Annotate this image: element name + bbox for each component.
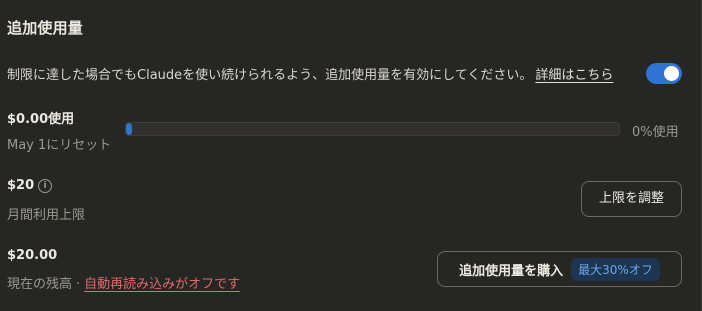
balance-status: 現在の残高 · 自動再読み込みがオフです [7, 273, 240, 292]
usage-progress-bar [125, 122, 620, 136]
buy-extra-usage-button[interactable]: 追加使用量を購入 最大30%オフ [437, 251, 682, 287]
monthly-limit-amount: $20 [7, 178, 35, 193]
learn-more-link[interactable]: 詳細はこちら [535, 68, 613, 83]
buy-button-label: 追加使用量を購入 [459, 263, 564, 279]
adjust-limit-button[interactable]: 上限を調整 [581, 181, 682, 217]
description-text: 制限に達した場合でもClaudeを使い続けられるよう、追加使用量を有効にしてくだ… [7, 68, 533, 83]
extra-usage-description: 制限に達した場合でもClaudeを使い続けられるよう、追加使用量を有効にしてくだ… [7, 64, 613, 83]
extra-usage-toggle[interactable] [646, 63, 682, 84]
discount-badge: 最大30%オフ [571, 257, 660, 281]
autoreload-off-link[interactable]: 自動再読み込みがオフです [84, 277, 240, 292]
extra-usage-panel: 追加使用量 制限に達した場合でもClaudeを使い続けられるよう、追加使用量を有… [0, 0, 702, 311]
used-amount: $0.00使用 [7, 112, 75, 127]
separator-dot: · [76, 277, 81, 292]
balance-amount: $20.00 [7, 248, 58, 263]
usage-progress-fill [126, 123, 132, 135]
monthly-limit-label: 月間利用上限 [7, 208, 86, 223]
balance-label: 現在の残高 [7, 277, 73, 292]
section-title: 追加使用量 [7, 19, 84, 37]
usage-progress-label: 0%使用 [632, 125, 679, 140]
info-icon[interactable]: i [38, 179, 52, 193]
toggle-knob [664, 66, 679, 81]
reset-date: May 1にリセット [7, 138, 112, 153]
